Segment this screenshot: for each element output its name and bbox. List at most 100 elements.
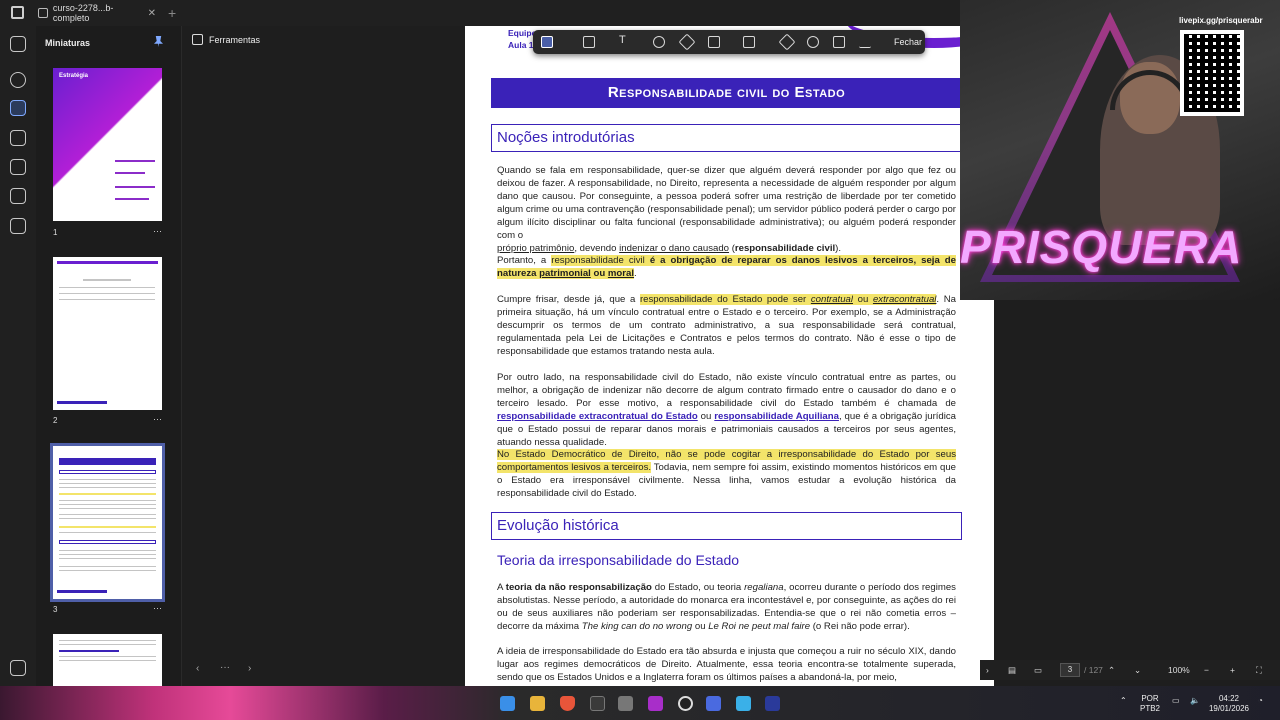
text-line: [59, 640, 156, 641]
section-box: [59, 540, 156, 544]
fit-page-icon[interactable]: ⛶: [1256, 665, 1262, 676]
thumbnail-more-icon[interactable]: ···: [153, 226, 162, 236]
start-icon[interactable]: [500, 696, 515, 711]
text: do Estado, ou teoria: [651, 582, 745, 593]
qr-pattern: [1184, 34, 1240, 112]
highlight-icon[interactable]: [743, 36, 755, 48]
thumbnails-panel: Miniaturas Estratégia 1 ··· 2 ··· 3 ···: [36, 26, 182, 686]
section-heading: Evolução histórica: [491, 512, 962, 540]
thumbnails-icon[interactable]: [10, 100, 26, 116]
pdf-app-icon[interactable]: [765, 696, 780, 711]
page-footer-bar: [57, 590, 107, 593]
zoom-in-icon[interactable]: +: [1230, 665, 1235, 675]
thumbnail-page-1[interactable]: Estratégia: [53, 68, 162, 221]
chapter-title: Responsabilidade civil do Estado: [491, 78, 962, 108]
pin-icon[interactable]: [154, 36, 163, 47]
highlight: ou: [590, 268, 608, 279]
highlight: contratual: [810, 294, 854, 305]
bookmark-icon[interactable]: [10, 130, 26, 146]
apps-icon[interactable]: [10, 36, 26, 52]
thumbnail-page-2[interactable]: [53, 257, 162, 410]
tray-up-icon[interactable]: ⌃: [1120, 696, 1127, 706]
stamp-icon[interactable]: [833, 36, 845, 48]
text: Cumpre frisar, desde já, que a: [497, 294, 640, 305]
text: .: [634, 268, 637, 279]
paragraph-7: A ideia de irresponsabilidade do Estado …: [497, 646, 956, 683]
cover-line: [115, 186, 155, 188]
pdf-page: Equipe Aula 1 Responsabilidade civil do …: [465, 26, 994, 686]
thumbnail-page-4[interactable]: [53, 634, 162, 686]
text-line: [59, 500, 156, 501]
text-select-icon[interactable]: [583, 36, 595, 48]
close-toolbar-button[interactable]: Fechar: [894, 37, 922, 47]
document-tab[interactable]: curso-2278...b-completo ✕: [32, 3, 162, 23]
terminal-icon[interactable]: [590, 696, 605, 711]
pen-icon[interactable]: [678, 33, 696, 51]
text-line: [59, 483, 156, 484]
link-text: responsabilidade extracontratual do Esta…: [497, 411, 698, 422]
signature-icon[interactable]: [859, 36, 871, 48]
layers-icon[interactable]: [10, 188, 26, 204]
highlight: ou: [853, 294, 873, 305]
sticker-icon[interactable]: [807, 36, 819, 48]
expand-icon[interactable]: ›: [986, 665, 989, 675]
page-up-icon[interactable]: ⌃: [1108, 665, 1115, 676]
search-icon[interactable]: [10, 72, 26, 88]
volume-icon[interactable]: 🔈: [1190, 696, 1200, 706]
text-tool-icon[interactable]: T: [619, 34, 631, 46]
attachment-icon[interactable]: [10, 218, 26, 234]
clock[interactable]: 04:22 19/01/2026: [1206, 694, 1252, 714]
annotation-toolbar: T Fechar: [533, 30, 925, 54]
app-icon[interactable]: [648, 696, 663, 711]
layout-icon[interactable]: ▤: [1008, 665, 1016, 676]
more-icon[interactable]: ···: [220, 662, 230, 673]
text-line: [59, 487, 156, 488]
text: Quando se fala em responsabilidade, quer…: [497, 165, 956, 241]
status-bar: › ▤ ▭ 3 / 127 ⌃ ⌄ 100% − + ⛶: [980, 660, 1280, 680]
app-icon[interactable]: [618, 696, 633, 711]
text-line: [59, 566, 156, 567]
thumbnail-more-icon[interactable]: ···: [153, 414, 162, 424]
home-icon[interactable]: [11, 6, 24, 19]
text: (o Rei não pode errar).: [810, 621, 910, 632]
close-tab-icon[interactable]: ✕: [148, 8, 156, 19]
thumbnail-more-icon[interactable]: ···: [153, 603, 162, 613]
language-indicator[interactable]: POR PTB2: [1140, 694, 1160, 714]
page-number-input[interactable]: 3: [1060, 663, 1080, 677]
next-icon[interactable]: ›: [248, 663, 251, 674]
cover-line: [115, 198, 149, 200]
file-icon: [38, 8, 48, 18]
obs-icon[interactable]: [678, 696, 693, 711]
donation-url: livepix.gg/prisquerabr: [1179, 16, 1263, 25]
comment-icon[interactable]: [653, 36, 665, 48]
index-title: [83, 279, 131, 281]
new-tab-icon[interactable]: +: [168, 5, 176, 21]
sign-icon[interactable]: [10, 660, 26, 676]
brave-icon[interactable]: [560, 696, 575, 711]
thumbnail-page-3[interactable]: [50, 443, 165, 602]
tools-label: Ferramentas: [209, 34, 261, 45]
files-icon[interactable]: [530, 696, 545, 711]
paragraph-6: A teoria da não responsabilização do Est…: [497, 581, 956, 633]
zoom-out-icon[interactable]: −: [1204, 665, 1209, 675]
qr-code: [1180, 30, 1244, 116]
page-down-icon[interactable]: ⌄: [1134, 665, 1141, 676]
lang-line: POR: [1141, 694, 1159, 703]
attach-icon[interactable]: [778, 33, 796, 51]
prev-icon[interactable]: ‹: [196, 663, 199, 674]
app-icon[interactable]: [736, 696, 751, 711]
shape-icon[interactable]: [708, 36, 720, 48]
text: ou: [692, 621, 709, 632]
select-cursor-icon[interactable]: [541, 36, 553, 48]
view-icon[interactable]: ▭: [1034, 665, 1042, 676]
page-title-bar: [59, 458, 156, 465]
zoom-level[interactable]: 100%: [1168, 665, 1190, 675]
highlight: responsabilidade civil: [551, 255, 645, 266]
network-icon[interactable]: ▭: [1172, 696, 1180, 706]
app-icon[interactable]: [706, 696, 721, 711]
comments-icon[interactable]: [10, 159, 26, 175]
tools-button[interactable]: Ferramentas: [192, 34, 260, 45]
thumbnail-number: 1: [53, 228, 58, 237]
notifications-icon[interactable]: ◔: [1258, 696, 1263, 706]
thumbnails-title: Miniaturas: [45, 38, 91, 48]
